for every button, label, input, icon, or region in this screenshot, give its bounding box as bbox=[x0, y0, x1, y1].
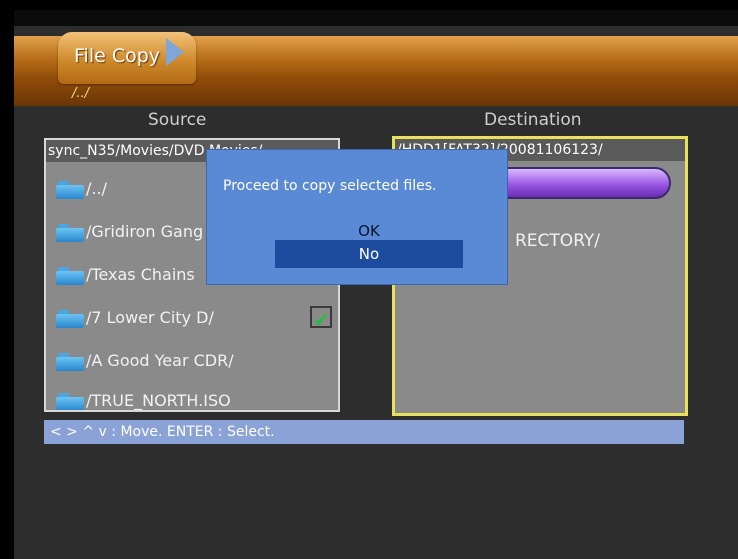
current-path: /../ bbox=[72, 86, 90, 101]
list-item[interactable]: /TRUE_NORTH.ISO bbox=[56, 386, 326, 410]
destination-directory-label: RECTORY/ bbox=[515, 231, 601, 251]
dialog-message: Proceed to copy selected files. bbox=[223, 178, 437, 194]
list-item-label: /A Good Year CDR/ bbox=[86, 351, 234, 370]
list-item-label: /Gridiron Gang bbox=[86, 222, 204, 241]
list-item-label: /TRUE_NORTH.ISO bbox=[86, 391, 231, 410]
folder-icon bbox=[56, 223, 84, 242]
folder-icon bbox=[56, 266, 84, 285]
source-heading: Source bbox=[148, 110, 207, 130]
list-item-label: /../ bbox=[86, 179, 107, 198]
folder-icon bbox=[56, 352, 84, 371]
list-item-label: /7 Lower City D/ bbox=[86, 308, 214, 327]
folder-icon bbox=[56, 309, 84, 328]
list-item-label: /Texas Chains bbox=[86, 265, 195, 284]
help-bar: < > ^ v : Move. ENTER : Select. bbox=[44, 420, 684, 444]
no-button[interactable]: No bbox=[275, 240, 463, 268]
folder-icon bbox=[56, 180, 84, 199]
page-title: File Copy bbox=[74, 45, 161, 67]
destination-heading: Destination bbox=[484, 110, 582, 130]
list-item[interactable]: /7 Lower City D/ ✔ bbox=[56, 303, 332, 333]
list-item[interactable]: /A Good Year CDR/ bbox=[56, 346, 326, 376]
checkbox-checked-icon[interactable]: ✔ bbox=[310, 306, 332, 332]
ok-button[interactable]: OK bbox=[275, 222, 463, 240]
confirm-dialog: Proceed to copy selected files. OK No bbox=[207, 150, 507, 284]
arrow-right-icon bbox=[166, 38, 184, 66]
title-tab: File Copy bbox=[58, 32, 196, 84]
folder-icon bbox=[56, 392, 84, 410]
tv-screen: File Copy /../ Source Destination sync_N… bbox=[14, 10, 738, 559]
